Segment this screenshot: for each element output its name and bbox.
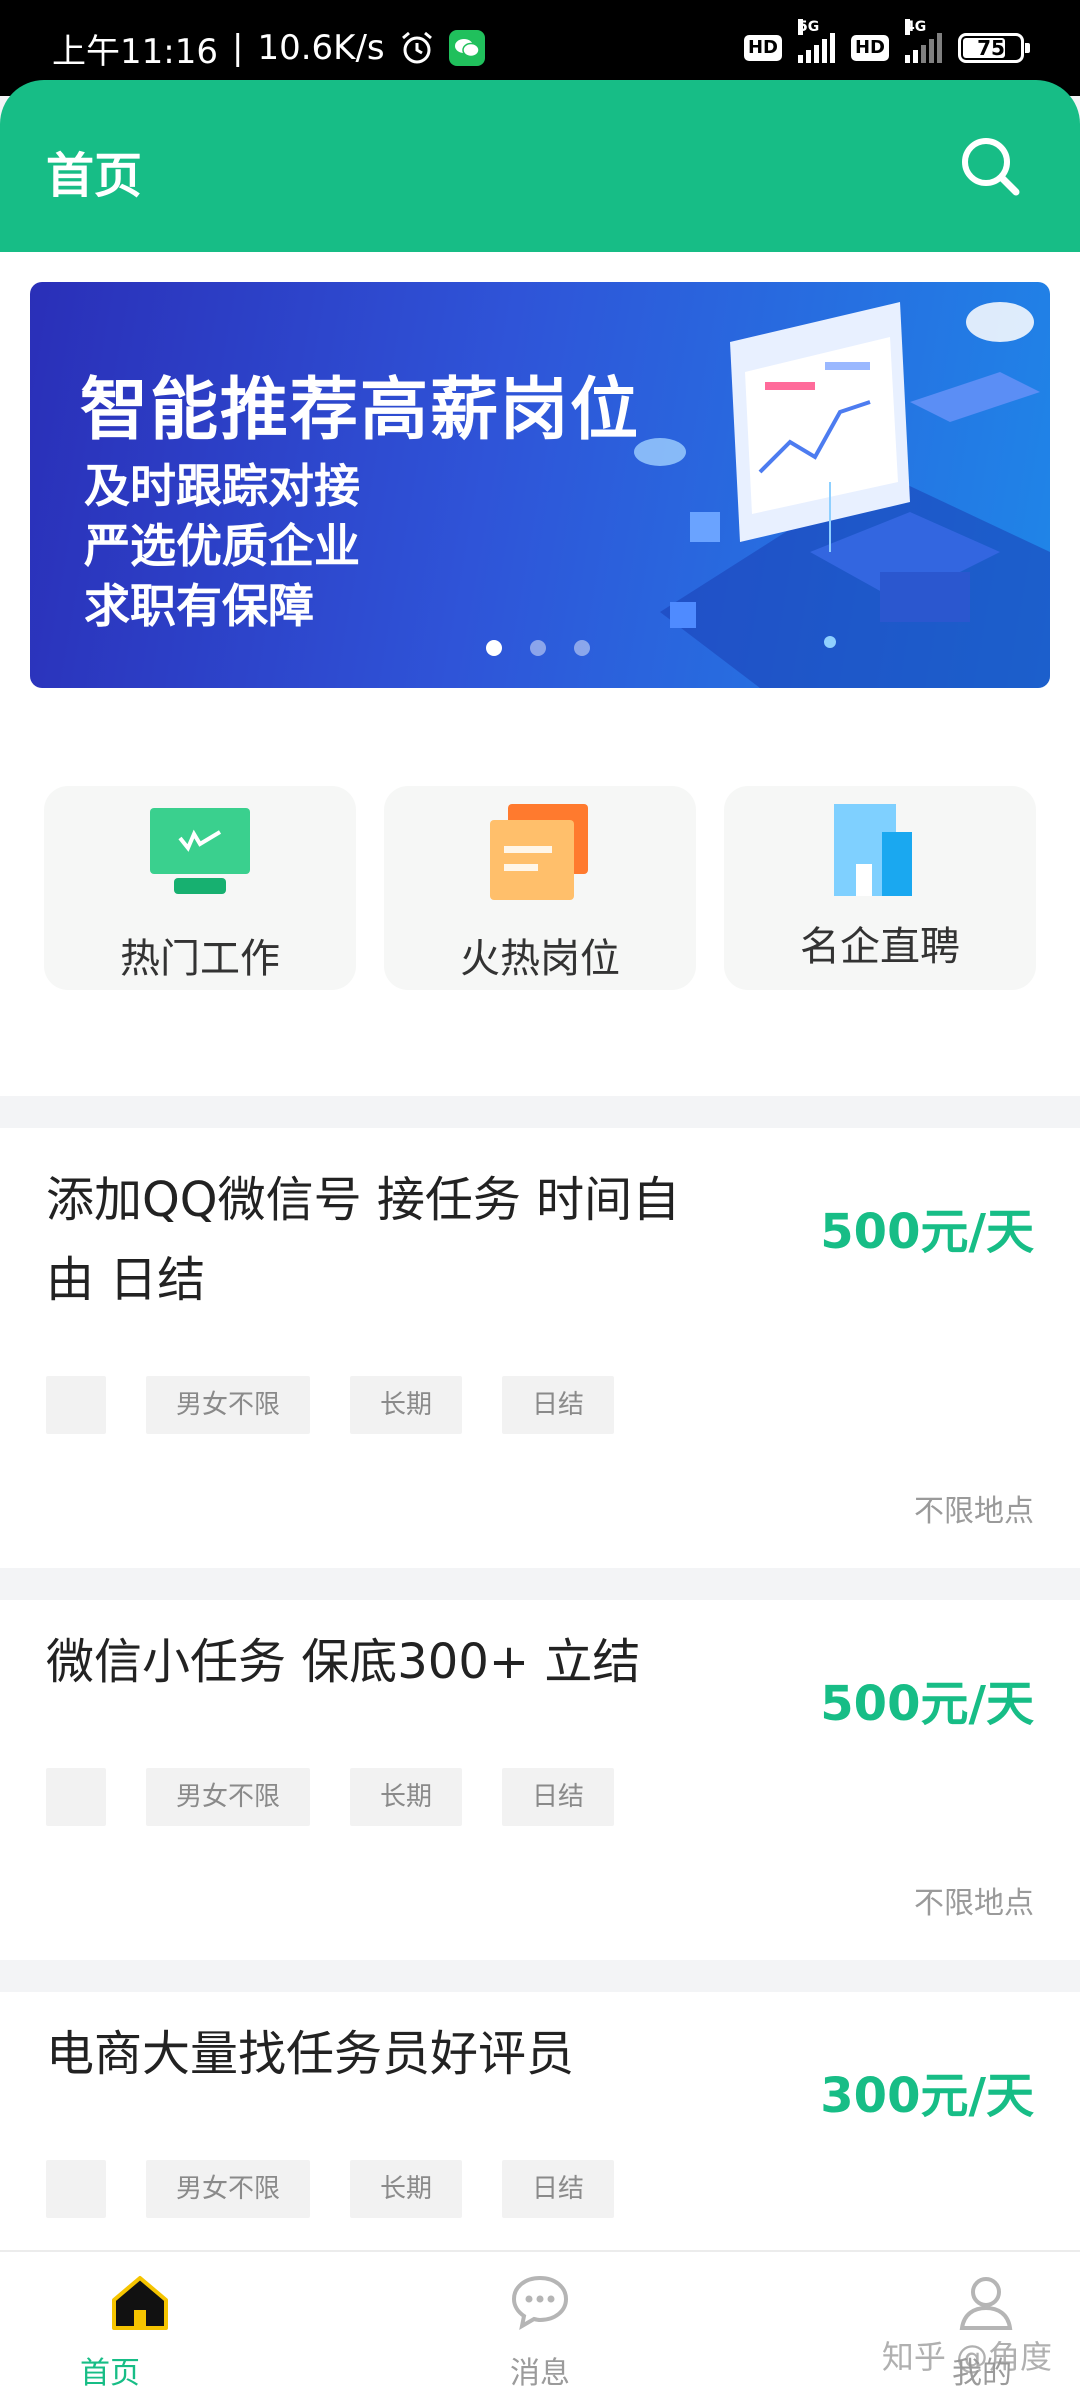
banner-dot-3[interactable] xyxy=(574,640,590,656)
section-divider xyxy=(0,1960,1080,1992)
search-icon[interactable] xyxy=(958,134,1022,198)
job-tag xyxy=(46,1376,106,1434)
job-location: 不限地点 xyxy=(914,1886,1034,1921)
banner-line-3: 求职有保障 xyxy=(84,579,314,633)
job-tag xyxy=(46,2160,106,2218)
job-title: 微信小任务 保底300+ 立结 xyxy=(46,1622,786,1702)
building-icon xyxy=(834,804,912,896)
job-tag: 日结 xyxy=(502,2160,615,2218)
category-label: 名企直聘 xyxy=(800,924,960,970)
status-right: HD 5G HD 4G 75 xyxy=(743,19,1030,63)
watermark: 知乎 @角度 xyxy=(881,2338,1052,2376)
job-tag: 男女不限 xyxy=(146,2160,311,2218)
signal-4g-icon: 4G xyxy=(905,19,942,63)
job-pay: 300元/天 xyxy=(820,2068,1034,2124)
category-label: 热门工作 xyxy=(120,936,280,982)
page-title: 首页 xyxy=(46,148,143,204)
job-title-line: 电商大量找任务员好评员 xyxy=(46,2026,575,2082)
banner-pagination xyxy=(486,640,590,656)
hd-badge: HD xyxy=(743,35,782,61)
banner-dot-1[interactable] xyxy=(486,640,502,656)
banner-illustration xyxy=(634,302,1050,688)
user-icon xyxy=(959,2277,1013,2330)
banner-line-1: 及时跟踪对接 xyxy=(84,459,360,513)
chat-icon xyxy=(511,2275,569,2330)
category-top-companies[interactable]: 名企直聘 xyxy=(724,786,1036,990)
job-tags: 男女不限 长期 日结 xyxy=(46,1376,615,1434)
job-pay: 500元/天 xyxy=(820,1676,1034,1732)
job-tag: 长期 xyxy=(350,2160,463,2218)
category-hot-positions[interactable]: 火热岗位 xyxy=(384,786,696,990)
job-title-line: 添加QQ微信号 接任务 时间自 xyxy=(46,1172,681,1228)
section-divider xyxy=(0,1096,1080,1128)
job-tag: 长期 xyxy=(350,1376,463,1434)
tab-messages[interactable]: 消息 xyxy=(360,2252,720,2400)
job-tag: 日结 xyxy=(502,1768,615,1826)
signal-5g-icon: 5G xyxy=(797,19,835,63)
app-header: 首页 xyxy=(0,80,1080,252)
job-card[interactable]: 添加QQ微信号 接任务 时间自 由 日结 500元/天 男女不限 长期 日结 不… xyxy=(0,1128,1080,1568)
category-label: 火热岗位 xyxy=(460,936,620,982)
promo-banner[interactable]: 智能推荐高薪岗位 及时跟踪对接 严选优质企业 求职有保障 xyxy=(30,282,1050,688)
battery-icon: 75 xyxy=(958,33,1030,63)
net-type-5g: 5G xyxy=(797,19,820,35)
job-tag: 日结 xyxy=(502,1376,615,1434)
status-separator: | xyxy=(231,28,244,68)
net-type-4g: 4G xyxy=(905,19,927,35)
job-card[interactable]: 电商大量找任务员好评员 300元/天 男女不限 长期 日结 xyxy=(0,1992,1080,2250)
job-title-line: 由 日结 xyxy=(46,1252,206,1308)
alarm-icon xyxy=(401,31,432,64)
job-tag: 男女不限 xyxy=(146,1768,311,1826)
job-tags: 男女不限 长期 日结 xyxy=(46,2160,615,2218)
job-tag: 男女不限 xyxy=(146,1376,311,1434)
battery-level: 75 xyxy=(977,36,1005,60)
job-title-line: 微信小任务 保底300+ 立结 xyxy=(46,1634,641,1690)
status-left: 上午11:16 | 10.6K/s xyxy=(52,24,485,73)
status-net-speed: 10.6K/s xyxy=(257,28,385,68)
wechat-icon xyxy=(448,30,485,66)
status-time: 上午11:16 xyxy=(52,31,218,72)
tab-label: 消息 xyxy=(510,2356,570,2391)
job-tags: 男女不限 长期 日结 xyxy=(46,1768,615,1826)
category-row: 热门工作 火热岗位 名企直聘 xyxy=(44,786,1036,990)
job-location: 不限地点 xyxy=(914,1494,1034,1529)
app-screen: 上午11:16 | 10.6K/s HD 5G HD 4G 75 首页 智能推荐… xyxy=(0,0,1080,2400)
section-divider xyxy=(0,1568,1080,1600)
job-card[interactable]: 微信小任务 保底300+ 立结 500元/天 男女不限 长期 日结 不限地点 xyxy=(0,1600,1080,1960)
folder-icon xyxy=(490,804,588,900)
job-title: 添加QQ微信号 接任务 时间自 由 日结 xyxy=(46,1160,786,1320)
job-tag: 长期 xyxy=(350,1768,463,1826)
job-pay: 500元/天 xyxy=(820,1204,1034,1260)
banner-headline: 智能推荐高薪岗位 xyxy=(80,370,641,450)
hd-badge-2: HD xyxy=(850,35,889,61)
banner-line-2: 严选优质企业 xyxy=(84,519,360,573)
category-hot-jobs[interactable]: 热门工作 xyxy=(44,786,356,990)
banner-dot-2[interactable] xyxy=(530,640,546,656)
tab-label: 首页 xyxy=(80,2356,140,2391)
home-icon xyxy=(112,2276,168,2330)
job-title: 电商大量找任务员好评员 xyxy=(46,2014,786,2094)
monitor-icon xyxy=(150,808,250,894)
job-tag xyxy=(46,1768,106,1826)
tab-home[interactable]: 首页 xyxy=(0,2252,360,2400)
